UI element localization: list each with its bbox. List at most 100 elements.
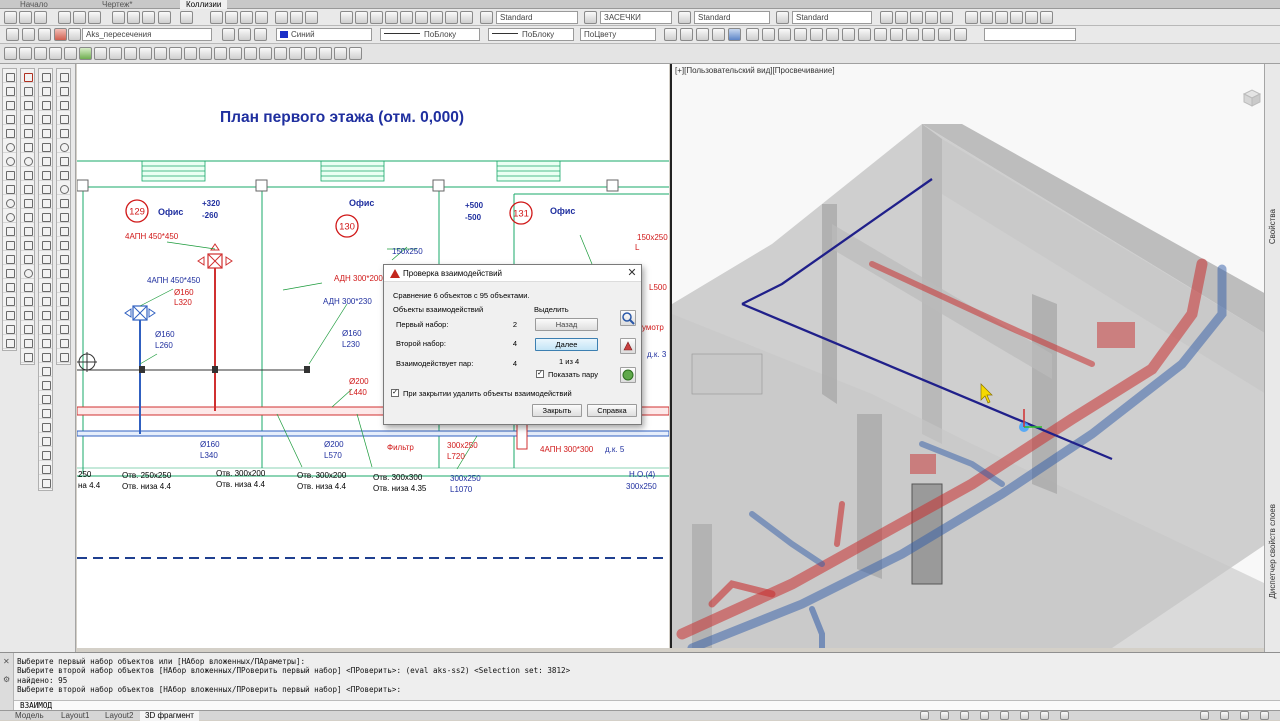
layer-manager-tab[interactable]: Диспетчер свойств слоев: [1268, 504, 1277, 598]
extra2-20-icon[interactable]: [57, 336, 70, 349]
status-tool-12-icon[interactable]: [1260, 711, 1269, 720]
workspace-2-icon[interactable]: [980, 11, 993, 24]
undo-icon[interactable]: [158, 11, 171, 24]
extra2-11-icon[interactable]: [57, 210, 70, 223]
close-button[interactable]: Закрыть: [532, 404, 582, 417]
revcloud-icon[interactable]: [3, 168, 16, 181]
text-icon[interactable]: [3, 336, 16, 349]
new-file-icon[interactable]: [4, 11, 17, 24]
extra2-8-icon[interactable]: [57, 168, 70, 181]
join-icon[interactable]: [21, 238, 34, 251]
close-icon[interactable]: ✕: [625, 267, 639, 279]
move-icon[interactable]: [21, 140, 34, 153]
status-tool-5-icon[interactable]: [1000, 711, 1009, 720]
dim-style-select[interactable]: ЗАСЕЧКИ: [600, 11, 672, 24]
tool-a21-icon[interactable]: [304, 47, 317, 60]
workspace-3-icon[interactable]: [995, 11, 1008, 24]
layer-freeze-icon[interactable]: [38, 28, 51, 41]
viewport-label[interactable]: [+][Пользовательский вид][Просвечивание]: [675, 66, 835, 75]
view-tool-1-icon[interactable]: [746, 28, 759, 41]
extra-9-icon[interactable]: [39, 182, 52, 195]
polygon-icon[interactable]: [3, 112, 16, 125]
tool-a4-icon[interactable]: [49, 47, 62, 60]
dim-angular-icon[interactable]: [385, 11, 398, 24]
file-tab-collisions[interactable]: Коллизии: [180, 0, 228, 9]
viewport-3d[interactable]: [+][Пользовательский вид][Просвечивание]: [670, 64, 1264, 648]
ellipse-icon[interactable]: [3, 196, 16, 209]
extra2-17-icon[interactable]: [57, 294, 70, 307]
extra2-14-icon[interactable]: [57, 252, 70, 265]
extra-30-icon[interactable]: [39, 476, 52, 489]
extra2-18-icon[interactable]: [57, 308, 70, 321]
extra-6-icon[interactable]: [39, 140, 52, 153]
workspace-6-icon[interactable]: [1040, 11, 1053, 24]
tool-a24-icon[interactable]: [349, 47, 362, 60]
extra2-1-icon[interactable]: [57, 70, 70, 83]
print-preview-icon[interactable]: [73, 11, 86, 24]
ellipse-arc-icon[interactable]: [3, 210, 16, 223]
publish-icon[interactable]: [88, 11, 101, 24]
region-icon[interactable]: [3, 294, 16, 307]
close-command-icon[interactable]: ✕: [3, 657, 10, 666]
layer-lock-icon[interactable]: [54, 28, 67, 41]
make-block-icon[interactable]: [3, 238, 16, 251]
layer-tool-2-icon[interactable]: [895, 11, 908, 24]
extra-23-icon[interactable]: [39, 378, 52, 391]
workspace-5-icon[interactable]: [1025, 11, 1038, 24]
dim-linear-icon[interactable]: [340, 11, 353, 24]
view-tool-5-icon[interactable]: [810, 28, 823, 41]
modify-tool-e-icon[interactable]: [21, 350, 34, 363]
extra-17-icon[interactable]: [39, 294, 52, 307]
trim-icon[interactable]: [21, 196, 34, 209]
extra2-5-icon[interactable]: [57, 126, 70, 139]
extra-16-icon[interactable]: [39, 280, 52, 293]
plotstyle-select[interactable]: ПоЦвету: [580, 28, 656, 41]
arc-icon[interactable]: [3, 140, 16, 153]
dim-aligned-icon[interactable]: [355, 11, 368, 24]
customize-command-icon[interactable]: ⚙: [3, 675, 10, 684]
tool-a13-icon[interactable]: [184, 47, 197, 60]
layer-select[interactable]: Aks_пересечения: [82, 28, 212, 41]
tool-a6-icon[interactable]: [79, 47, 92, 60]
explode-icon[interactable]: [21, 280, 34, 293]
extra2-4-icon[interactable]: [57, 112, 70, 125]
gradient-icon[interactable]: [3, 280, 16, 293]
extra-15-icon[interactable]: [39, 266, 52, 279]
extra2-3-icon[interactable]: [57, 98, 70, 111]
extra-25-icon[interactable]: [39, 406, 52, 419]
tool-a3-icon[interactable]: [34, 47, 47, 60]
extra-13-icon[interactable]: [39, 238, 52, 251]
tool-a5-icon[interactable]: [64, 47, 77, 60]
tool-a15-icon[interactable]: [214, 47, 227, 60]
extra2-12-icon[interactable]: [57, 224, 70, 237]
tool-palettes-icon[interactable]: [305, 11, 318, 24]
copy-icon[interactable]: [127, 11, 140, 24]
view-tool-10-icon[interactable]: [890, 28, 903, 41]
view-tool-9-icon[interactable]: [874, 28, 887, 41]
status-tool-9-icon[interactable]: [1200, 711, 1209, 720]
extra2-6-icon[interactable]: [57, 140, 70, 153]
layer-tool-5-icon[interactable]: [940, 11, 953, 24]
linetype-select[interactable]: ПоБлоку: [380, 28, 480, 41]
table-style-select[interactable]: Standard: [694, 11, 770, 24]
extra-4-icon[interactable]: [39, 112, 52, 125]
rotate-icon[interactable]: [21, 154, 34, 167]
line-icon[interactable]: [3, 70, 16, 83]
extra2-10-icon[interactable]: [57, 196, 70, 209]
hatch-icon[interactable]: [3, 266, 16, 279]
view-tool-14-icon[interactable]: [954, 28, 967, 41]
extra-22-icon[interactable]: [39, 364, 52, 377]
layer-previous-icon[interactable]: [238, 28, 251, 41]
visual-style-3-icon[interactable]: [696, 28, 709, 41]
dim-leader-icon[interactable]: [430, 11, 443, 24]
dim-style-icon[interactable]: [584, 11, 597, 24]
tool-a20-icon[interactable]: [289, 47, 302, 60]
viewcube-icon[interactable]: [1242, 89, 1262, 107]
print-icon[interactable]: [58, 11, 71, 24]
circle-icon[interactable]: [3, 154, 16, 167]
copy-object-icon[interactable]: [21, 84, 34, 97]
visual-style-1-icon[interactable]: [664, 28, 677, 41]
extra2-19-icon[interactable]: [57, 322, 70, 335]
array-icon[interactable]: [21, 126, 34, 139]
extra-18-icon[interactable]: [39, 308, 52, 321]
